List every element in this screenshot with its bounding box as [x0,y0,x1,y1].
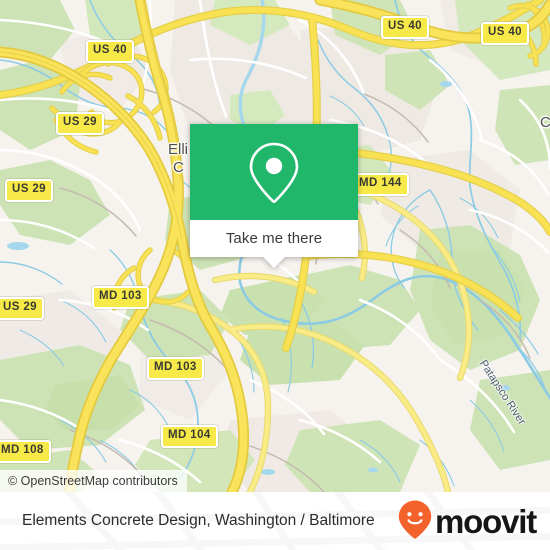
shield-us-40-c: US 40 [481,22,529,45]
moovit-map-screenshot: US 40 US 29 US 29 US 29 MD 103 MD 103 MD… [0,0,550,550]
moovit-wordmark: moovit [435,502,537,540]
shield-md-104: MD 104 [161,425,218,448]
shield-us-29-b: US 29 [5,179,53,202]
take-me-there-label: Take me there [225,230,323,247]
location-popup[interactable]: Take me there [190,124,358,268]
place-label-ellicott: Elli [168,141,189,158]
popup-header [190,124,358,220]
shield-us-40-a: US 40 [86,40,134,63]
shield-us-40-b: US 40 [381,16,429,39]
moovit-pin-icon [397,499,433,544]
place-title: Elements Concrete Design, Washington / B… [22,512,375,529]
footer-bar: Elements Concrete Design, Washington / B… [0,492,550,550]
popup-tail [263,257,285,268]
map-canvas[interactable]: US 40 US 29 US 29 US 29 MD 103 MD 103 MD… [0,0,550,492]
shield-md-144: MD 144 [352,173,409,196]
shield-md-108: MD 108 [0,440,51,463]
shield-md-103-b: MD 103 [147,357,204,380]
shield-us-29-c: US 29 [0,297,44,320]
place-label-edge-c: C [540,114,550,131]
take-me-there-button[interactable]: Take me there [190,220,358,257]
place-label-city: C [173,159,184,176]
map-pin-icon [248,140,300,204]
moovit-logo[interactable]: moovit [397,499,537,544]
shield-md-103-a: MD 103 [92,286,149,309]
shield-us-29-a: US 29 [56,112,104,135]
map-attribution[interactable]: © OpenStreetMap contributors [0,470,187,492]
